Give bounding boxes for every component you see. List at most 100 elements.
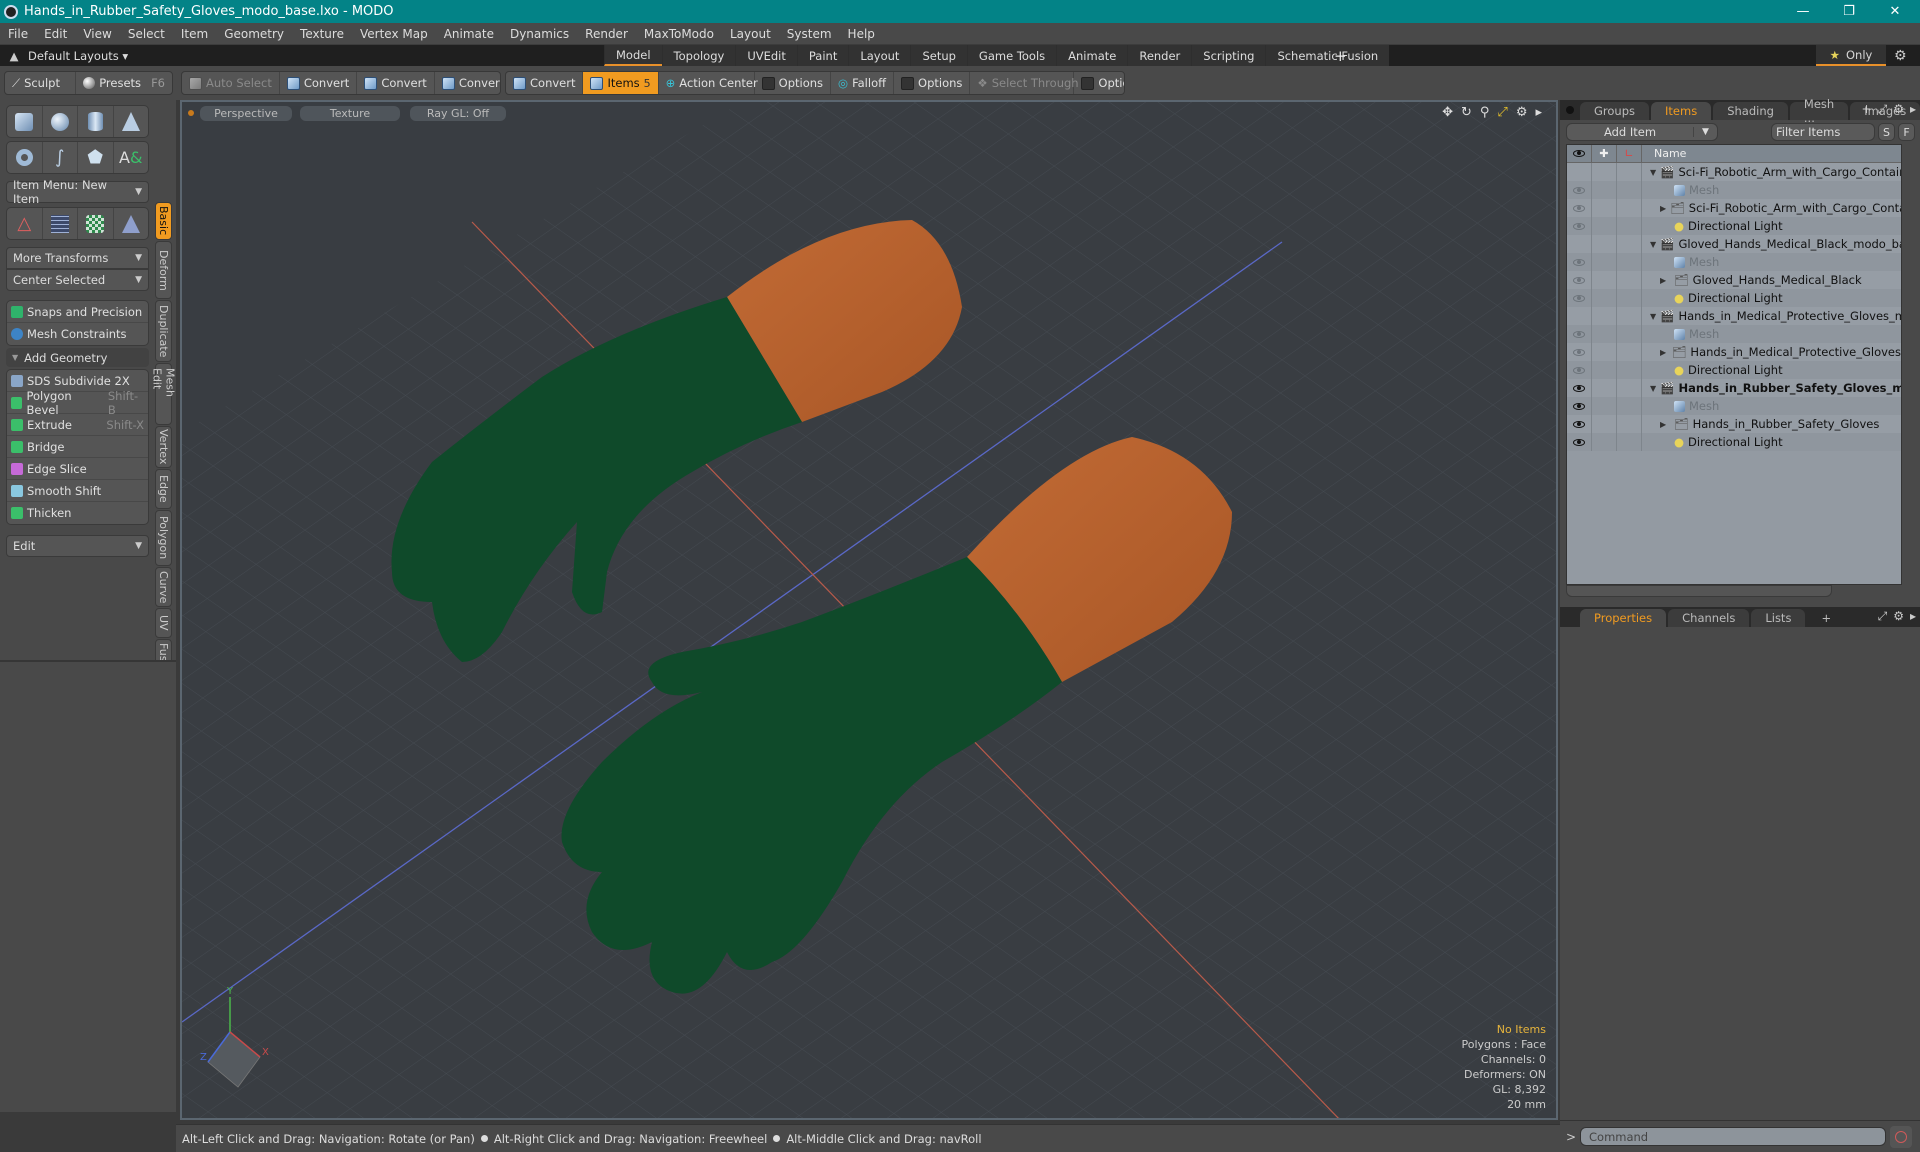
view-mode-button[interactable]: Perspective [200, 105, 292, 121]
visibility-eye-icon[interactable] [1573, 186, 1585, 194]
tree-row[interactable]: ● Directional Light [1567, 289, 1901, 307]
taper-tool-button[interactable] [114, 208, 149, 239]
axis-column-header[interactable]: ∟ [1617, 145, 1642, 162]
expand-toggle-icon[interactable]: ▼ [1650, 240, 1656, 249]
visibility-eye-icon[interactable] [1573, 294, 1585, 302]
filter-s-button[interactable]: S [1878, 123, 1895, 141]
pen-tool-button[interactable]: ⬟ [78, 142, 114, 173]
expand-toggle-icon[interactable]: ▶ [1660, 348, 1668, 357]
close-button[interactable]: ✕ [1872, 0, 1918, 23]
action-center-options-button[interactable]: Options [755, 72, 832, 94]
vtab-duplicate[interactable]: Duplicate [155, 300, 172, 362]
viewport-options-dot[interactable] [188, 110, 194, 116]
add-props-tab-button[interactable]: + [1807, 609, 1845, 627]
expand-toggle-icon[interactable]: ▶ [1660, 420, 1670, 429]
visibility-column-header[interactable] [1567, 145, 1592, 162]
tree-row[interactable]: Mesh [1567, 397, 1901, 415]
tree-row[interactable]: ● Directional Light [1567, 361, 1901, 379]
expand-toggle-icon[interactable]: ▶ [1660, 204, 1666, 213]
falloff-button[interactable]: ◎ Falloff [831, 72, 895, 94]
vtab-uv[interactable]: UV [155, 608, 172, 638]
capsule-primitive-button[interactable]: ∫ [43, 142, 78, 173]
raygl-button[interactable]: Ray GL: Off [410, 105, 506, 121]
menu-texture[interactable]: Texture [292, 27, 352, 41]
tree-row[interactable]: ▶ 🗂Sci-Fi_Robotic_Arm_with_Cargo_Containe… [1567, 199, 1901, 217]
rotate-icon[interactable]: ↻ [1461, 105, 1472, 120]
vtab-edge[interactable]: Edge [155, 469, 172, 509]
convert-edges-button[interactable]: Convert [357, 72, 435, 94]
visibility-eye-icon[interactable] [1573, 330, 1585, 338]
tab-shading[interactable]: Shading [1713, 102, 1788, 120]
tab-mesh[interactable]: Mesh ... [1789, 97, 1849, 125]
tree-horizontal-scrollbar[interactable] [1566, 585, 1832, 597]
layout-tab-schematic-fusion[interactable]: Schematic Fusion [1265, 45, 1390, 66]
expand-toggle-icon[interactable]: ▼ [1650, 168, 1656, 177]
panel-arrow-icon[interactable]: ▸ [1910, 609, 1916, 624]
maximize-viewport-icon[interactable]: ⤢ [1497, 105, 1507, 120]
menu-file[interactable]: File [0, 27, 36, 41]
menu-maxtomodo[interactable]: MaxToModo [636, 27, 722, 41]
vtab-curve[interactable]: Curve [155, 567, 172, 607]
snaps-precision-button[interactable]: Snaps and Precision [7, 301, 148, 323]
minimize-button[interactable]: — [1780, 0, 1826, 23]
3d-viewport[interactable]: Perspective Texture Ray GL: Off ✥ ↻ ⚲ ⤢ … [180, 100, 1558, 1120]
expand-arrow-icon[interactable]: ▸ [1535, 105, 1542, 120]
texture-tool-button[interactable] [78, 208, 114, 239]
select-through-options-button[interactable]: Options [1074, 72, 1124, 94]
presets-button[interactable]: Presets F6 [76, 72, 172, 94]
layout-tab-game-tools[interactable]: Game Tools [966, 45, 1057, 66]
default-layouts-dropdown[interactable]: Default Layouts ▾ [28, 49, 128, 63]
shading-mode-button[interactable]: Texture [300, 105, 400, 121]
add-layout-tab-button[interactable]: + [1334, 47, 1347, 65]
menu-help[interactable]: Help [840, 27, 883, 41]
panel-gear-icon[interactable]: ⚙ [1893, 609, 1904, 624]
command-input[interactable]: Command [1580, 1127, 1886, 1146]
center-selected-dropdown[interactable]: Center Selected ▼ [6, 269, 149, 291]
menu-vertex-map[interactable]: Vertex Map [352, 27, 436, 41]
convert-polygons-button[interactable]: Convert [435, 72, 500, 94]
vtab-mesh-edit[interactable]: Mesh Edit [151, 363, 177, 425]
gear-icon[interactable]: ⚙ [1894, 48, 1907, 64]
layout-tab-uvedit[interactable]: UVEdit [735, 45, 797, 66]
cylinder-primitive-button[interactable] [78, 106, 114, 137]
tab-lists[interactable]: Lists [1751, 609, 1806, 627]
filter-items-input[interactable]: Filter Items [1771, 123, 1875, 141]
tool-bridge-button[interactable]: Bridge [7, 436, 148, 458]
convert-vertices-button[interactable]: Convert [280, 72, 358, 94]
panel-options-dot[interactable] [1566, 106, 1574, 114]
tab-properties[interactable]: Properties [1580, 609, 1667, 627]
tree-row[interactable]: ▼ 🎬 Sci-Fi_Robotic_Arm_with_Cargo_Containe… [1567, 163, 1901, 181]
layout-collapse-icon[interactable]: ▲ [0, 49, 28, 63]
visibility-eye-icon[interactable] [1573, 438, 1585, 446]
tree-row[interactable]: ● Directional Light [1567, 217, 1901, 235]
maximize-panel-icon[interactable]: ⤢ [1878, 102, 1888, 117]
tab-groups[interactable]: Groups [1580, 102, 1650, 120]
filter-f-button[interactable]: F [1898, 123, 1915, 141]
layout-tab-paint[interactable]: Paint [796, 45, 849, 66]
visibility-eye-icon[interactable] [1573, 366, 1585, 374]
tool-edge-slice-button[interactable]: Edge Slice [7, 458, 148, 480]
tree-row[interactable]: ▶ 🗂 Gloved_Hands_Medical_Black [1567, 271, 1901, 289]
visibility-eye-icon[interactable] [1573, 276, 1585, 284]
visibility-eye-icon[interactable] [1573, 348, 1585, 356]
vtab-deform[interactable]: Deform [155, 241, 172, 299]
cone-primitive-button[interactable] [114, 106, 149, 137]
items-mode-button[interactable]: Items 5 [583, 72, 659, 94]
tab-items[interactable]: Items [1651, 102, 1712, 120]
name-column-header[interactable]: Name [1642, 145, 1686, 162]
tree-row[interactable]: ▶ 🗂 Hands_in_Medical_Protective_Gloves [1567, 343, 1901, 361]
mesh-constraints-button[interactable]: Mesh Constraints [7, 323, 148, 345]
tab-channels[interactable]: Channels [1668, 609, 1750, 627]
only-toggle[interactable]: ★ Only [1816, 45, 1886, 66]
select-through-button[interactable]: ❖ Select Through [970, 72, 1079, 94]
layout-tab-layout[interactable]: Layout [848, 45, 911, 66]
add-item-dropdown[interactable]: Add Item ▼ [1566, 123, 1718, 141]
menu-geometry[interactable]: Geometry [216, 27, 292, 41]
visibility-eye-icon[interactable] [1573, 258, 1585, 266]
expand-toggle-icon[interactable]: ▼ [1650, 312, 1656, 321]
menu-dynamics[interactable]: Dynamics [502, 27, 577, 41]
visibility-eye-icon[interactable] [1573, 384, 1585, 392]
layout-tab-animate[interactable]: Animate [1056, 45, 1128, 66]
restore-button[interactable]: ❐ [1826, 0, 1872, 23]
tree-row[interactable]: ▼ 🎬 Hands_in_Medical_Protective_Gloves_mod… [1567, 307, 1901, 325]
